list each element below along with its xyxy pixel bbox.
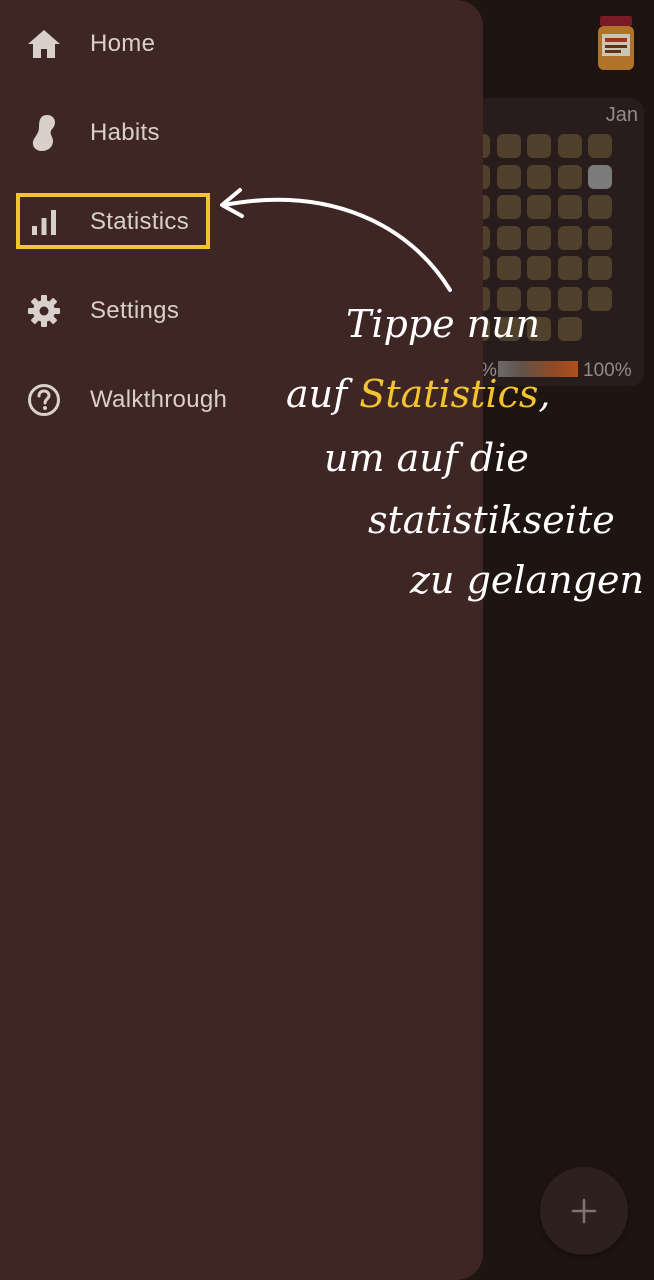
annotation-line-1: Tippe nun	[346, 302, 541, 346]
nav-item-home[interactable]: Home	[0, 14, 483, 74]
help-circle-icon	[26, 382, 62, 418]
nav-item-habits[interactable]: Habits	[0, 103, 483, 163]
annotation-line-2-suffix: ,	[538, 372, 551, 416]
statistics-highlight-box	[16, 193, 210, 249]
home-icon	[26, 26, 62, 62]
annotation-line-2-prefix: auf	[286, 372, 360, 416]
nav-label-home: Home	[90, 30, 156, 57]
gear-icon	[26, 293, 62, 329]
nav-label-walkthrough: Walkthrough	[90, 386, 228, 413]
annotation-line-3: um auf die	[324, 436, 529, 480]
nav-label-settings: Settings	[90, 297, 180, 324]
annotation-line-2: auf Statistics,	[286, 372, 550, 416]
tutorial-annotation: Tippe nun auf Statistics, um auf die sta…	[270, 180, 654, 660]
annotation-line-5: zu gelangen	[410, 558, 644, 602]
annotation-line-4: statistikseite	[368, 498, 615, 542]
nav-label-habits: Habits	[90, 119, 160, 146]
annotation-highlight-statistics: Statistics	[359, 372, 539, 416]
peanut-icon	[26, 115, 62, 151]
